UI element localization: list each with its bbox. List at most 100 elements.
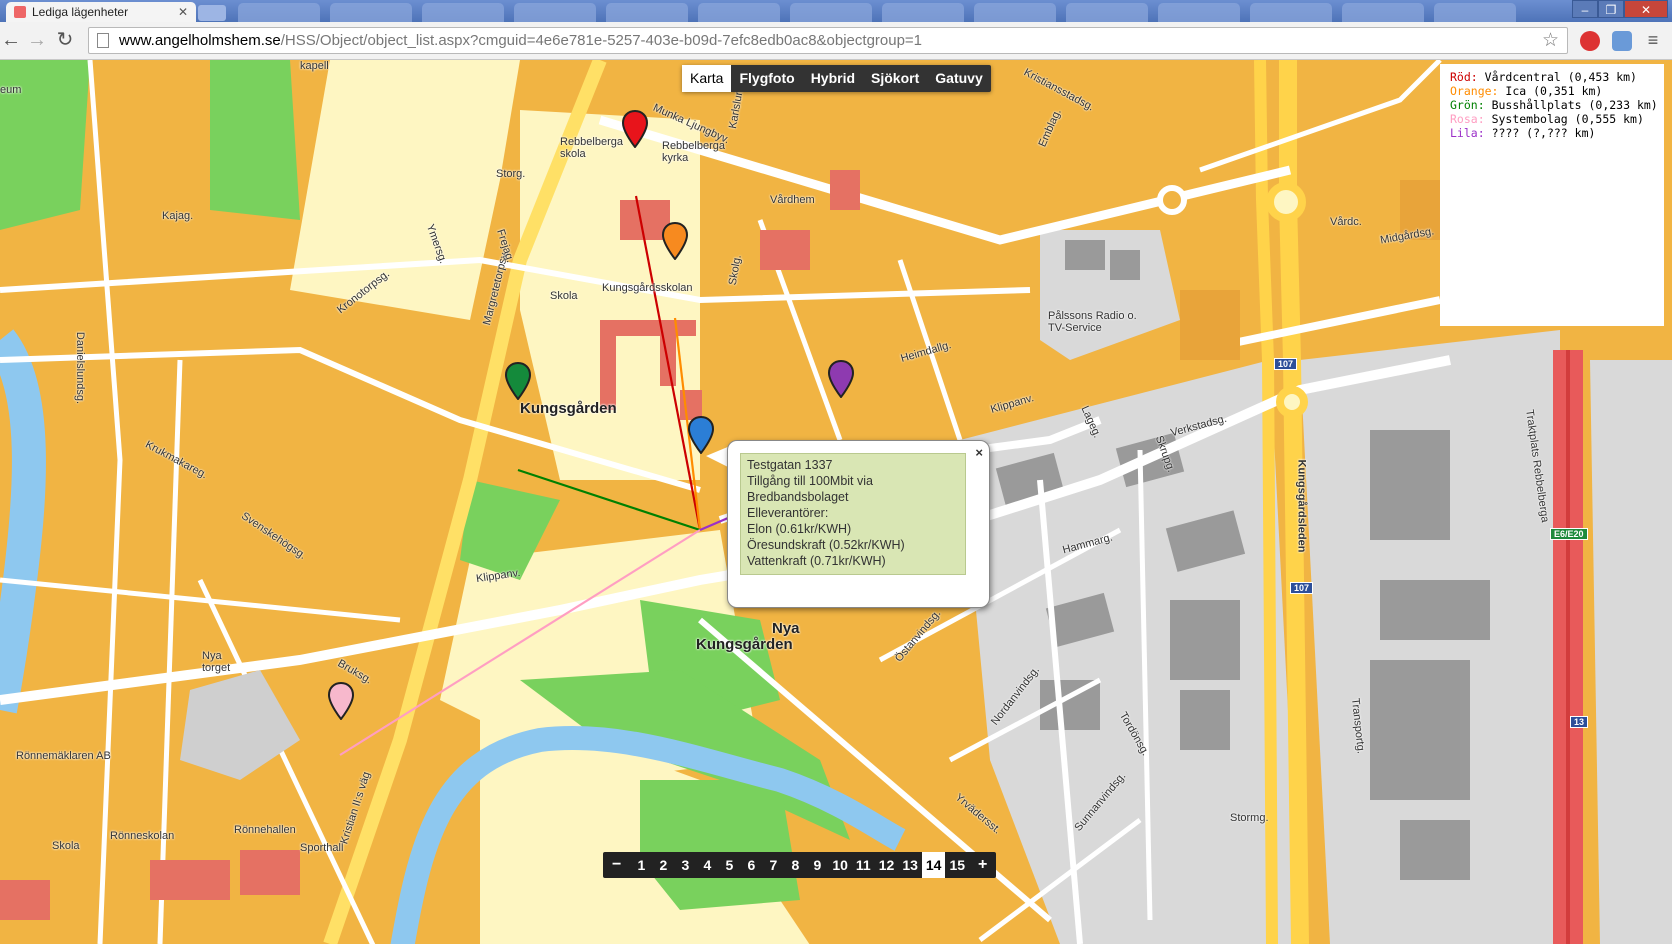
zoom-level-button[interactable]: 6	[740, 852, 762, 878]
map-label: Rebbelberga kyrka	[662, 140, 725, 164]
map-type-flygfoto[interactable]: Flygfoto	[731, 65, 802, 92]
route-shield: 13	[1570, 716, 1589, 728]
favicon-icon	[14, 6, 26, 18]
legend-row: Röd: Vårdcentral (0,453 km)	[1450, 70, 1637, 84]
info-line: Elon (0.61kr/KWH)	[747, 522, 852, 536]
browser-tab[interactable]	[974, 3, 1056, 22]
zoom-level-button[interactable]: 3	[674, 852, 696, 878]
map-label: Skola	[550, 290, 578, 302]
forward-icon[interactable]: →	[26, 29, 48, 51]
extension-icon[interactable]	[1612, 31, 1632, 51]
close-tab-icon[interactable]: ✕	[178, 5, 188, 19]
info-content: Testgatan 1337 Tillgång till 100Mbit via…	[740, 453, 966, 575]
map-label: kapell	[300, 60, 329, 72]
zoom-out-button[interactable]: −	[603, 852, 630, 878]
window-controls: – ❐ ✕	[1572, 0, 1668, 18]
zoom-level-button[interactable]: 10	[828, 852, 852, 878]
browser-tab[interactable]	[1066, 3, 1148, 22]
map-label: Kungsgårdsskolan	[602, 282, 693, 294]
info-line: Öresundskraft (0.52kr/KWH)	[747, 538, 905, 552]
zoom-level-button[interactable]: 9	[806, 852, 828, 878]
page-icon	[97, 33, 109, 48]
browser-tab[interactable]	[514, 3, 596, 22]
browser-tab[interactable]	[330, 3, 412, 22]
marker-vardcentral[interactable]	[622, 110, 648, 148]
map-label: Rönnehallen	[234, 824, 296, 836]
map-type-gatuvy[interactable]: Gatuvy	[927, 65, 990, 92]
marker-lila[interactable]	[828, 360, 854, 398]
map-canvas[interactable]: eum kapell Kungsgården Nya Kungsgården R…	[0, 60, 1672, 944]
browser-tab[interactable]	[1250, 3, 1332, 22]
map-type-sjokort[interactable]: Sjökort	[863, 65, 927, 92]
marker-busshallplats[interactable]	[505, 362, 531, 400]
map-label: Skola	[52, 840, 80, 852]
map-label: Vårdc.	[1330, 216, 1362, 228]
map-label-kungsgarden: Kungsgården	[520, 400, 617, 417]
road-label: Danielslundsg.	[74, 331, 87, 405]
new-tab-button[interactable]	[198, 5, 226, 21]
browser-tab[interactable]	[882, 3, 964, 22]
info-line: Bredbandsbolaget	[747, 490, 849, 504]
zoom-control: − 1 2 3 4 5 6 7 8 9 10 11 12 13 14 15 +	[603, 852, 997, 878]
reload-icon[interactable]: ↻	[54, 29, 76, 51]
info-line: Vattenkraft (0.71kr/KWH)	[747, 554, 886, 568]
legend-row: Rosa: Systembolag (0,555 km)	[1450, 112, 1644, 126]
zoom-level-button[interactable]: 5	[718, 852, 740, 878]
route-shield: 107	[1290, 582, 1314, 594]
distance-legend: Röd: Vårdcentral (0,453 km) Orange: Ica …	[1440, 64, 1664, 326]
map-type-control: Karta Flygfoto Hybrid Sjökort Gatuvy	[682, 65, 991, 92]
map-label: eum	[0, 84, 22, 96]
map-type-hybrid[interactable]: Hybrid	[803, 65, 863, 92]
browser-tab[interactable]	[698, 3, 780, 22]
zoom-level-button[interactable]: 13	[898, 852, 922, 878]
zoom-level-button[interactable]: 1	[630, 852, 652, 878]
route-shield: E6/E20	[1550, 528, 1588, 540]
address-bar[interactable]: www.angelholmshem.se/HSS/Object/object_l…	[88, 27, 1568, 54]
road-label: Stormg.	[1230, 812, 1269, 824]
zoom-level-button[interactable]: 11	[852, 852, 875, 878]
close-icon[interactable]: ×	[975, 445, 983, 460]
marker-ica[interactable]	[662, 222, 688, 260]
zoom-level-button-active[interactable]: 14	[921, 852, 946, 878]
zoom-level-button[interactable]: 8	[784, 852, 806, 878]
legend-row: Grön: Busshållplats (0,233 km)	[1450, 98, 1658, 112]
url-text[interactable]: www.angelholmshem.se/HSS/Object/object_l…	[119, 32, 922, 49]
close-window-icon[interactable]: ✕	[1624, 0, 1668, 18]
map-label: Nya torget	[202, 650, 231, 674]
extension-icon[interactable]	[1580, 31, 1600, 51]
browser-tab[interactable]	[1342, 3, 1424, 22]
browser-tab[interactable]	[606, 3, 688, 22]
browser-tab-active[interactable]: Lediga lägenheter ✕	[6, 2, 196, 22]
map-label-nya: Nya	[772, 620, 800, 637]
road-label: Kajag.	[162, 210, 194, 222]
map-label: Rönneskolan	[110, 830, 175, 842]
info-line: Elleverantörer:	[747, 506, 829, 520]
browser-tab[interactable]	[1158, 3, 1240, 22]
zoom-level-button[interactable]: 7	[762, 852, 784, 878]
map-label: Vårdhem	[770, 194, 815, 206]
tab-title: Lediga lägenheter	[32, 5, 129, 19]
zoom-level-button[interactable]: 4	[696, 852, 718, 878]
zoom-level-button[interactable]: 2	[652, 852, 674, 878]
browser-tab[interactable]	[238, 3, 320, 22]
minimize-icon[interactable]: –	[1572, 0, 1598, 18]
info-line: Tillgång till 100Mbit via	[747, 474, 873, 488]
zoom-in-button[interactable]: +	[969, 852, 996, 878]
route-shield: 107	[1274, 358, 1298, 370]
map-type-karta[interactable]: Karta	[682, 65, 732, 92]
back-icon[interactable]: ←	[0, 29, 22, 51]
map-label: Pålssons Radio o. TV-Service	[1048, 310, 1137, 334]
browser-toolbar: ← → ↻ www.angelholmshem.se/HSS/Object/ob…	[0, 22, 1672, 60]
browser-tab[interactable]	[1434, 3, 1516, 22]
map-label: Rönnemäklaren AB	[16, 750, 111, 762]
browser-tab[interactable]	[790, 3, 872, 22]
zoom-level-button[interactable]: 15	[945, 852, 969, 878]
menu-icon[interactable]: ≡	[1642, 29, 1664, 51]
maximize-icon[interactable]: ❐	[1598, 0, 1624, 18]
bookmark-star-icon[interactable]: ☆	[1542, 29, 1559, 52]
browser-tab[interactable]	[422, 3, 504, 22]
zoom-level-button[interactable]: 12	[875, 852, 899, 878]
info-window: × Testgatan 1337 Tillgång till 100Mbit v…	[727, 440, 990, 608]
marker-systembolag[interactable]	[328, 682, 354, 720]
map-label-nya-kungsgarden: Kungsgården	[696, 636, 793, 653]
